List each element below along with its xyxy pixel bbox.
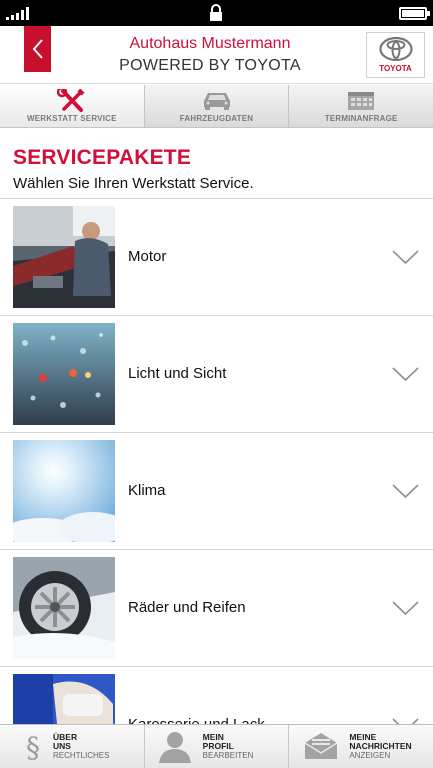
toyota-emblem-icon [379,36,413,62]
nav-label: MEINE NACHRICHTEN ANZEIGEN [349,733,412,761]
chevron-left-icon [32,39,43,59]
back-button[interactable] [24,26,51,72]
wrench-screwdriver-icon [56,89,85,112]
service-label: Klima [128,482,166,499]
tab-fahrzeugdaten[interactable]: FAHRZEUGDATEN [145,85,290,127]
nav-sublabel: ANZEIGEN [349,751,391,760]
service-item-licht-und-sicht[interactable]: Licht und Sicht [0,315,433,432]
nav-sublabel: RECHTLICHES [53,751,110,760]
licht-und-sicht-thumbnail [13,323,115,425]
signal-strength-icon [6,6,29,20]
user-icon [158,732,191,763]
toyota-logo: TOYOTA [366,32,425,78]
tab-label: TERMINANFRAGE [324,114,398,123]
svg-text:§: § [26,731,40,763]
klima-thumbnail [13,440,115,542]
nav-meine-nachrichten[interactable]: MEINE NACHRICHTEN ANZEIGEN [289,725,433,768]
logo-text: TOYOTA [379,64,412,73]
raeder-und-reifen-thumbnail [13,557,115,659]
chevron-down-icon[interactable] [392,250,419,265]
service-label: Licht und Sicht [128,365,227,382]
service-item-raeder-und-reifen[interactable]: Räder und Reifen [0,549,433,666]
app-header: Autohaus Mustermann POWERED BY TOYOTA TO… [0,26,433,84]
nav-sublabel: BEARBEITEN [202,751,254,760]
nav-mein-profil[interactable]: MEIN PROFIL BEARBEITEN [145,725,290,768]
nav-ueber-uns[interactable]: § ÜBER UNS RECHTLICHES [0,725,145,768]
envelope-icon [304,733,338,759]
paragraph-icon: § [26,731,40,763]
tab-terminanfrage[interactable]: TERMINANFRAGE [289,85,433,127]
service-label: Motor [128,248,167,265]
section-title: SERVICEPAKETE [13,146,192,169]
tab-label: WERKSTATT SERVICE [27,114,117,123]
bottom-navigation: § ÜBER UNS RECHTLICHES MEIN PROFIL BEARB… [0,724,433,768]
dealer-name: Autohaus Mustermann [129,35,291,52]
battery-icon [399,7,430,20]
tab-werkstatt-service[interactable]: WERKSTATT SERVICE [0,85,145,127]
motor-thumbnail [13,206,115,308]
nav-line2: UNS [53,741,71,751]
lock-icon [210,4,222,21]
service-item-motor[interactable]: Motor [0,198,433,315]
chevron-down-icon[interactable] [392,601,419,616]
status-bar [0,0,433,26]
calendar-icon [348,92,375,110]
section-subtitle: Wählen Sie Ihren Werkstatt Service. [13,175,254,192]
chevron-down-icon[interactable] [392,484,419,499]
service-item-klima[interactable]: Klima [0,432,433,549]
tab-label: FAHRZEUGDATEN [179,114,254,123]
nav-line2: PROFIL [202,741,234,751]
nav-label: MEIN PROFIL BEARBEITEN [202,733,254,761]
tab-bar: WERKSTATT SERVICE FAHRZEUGDATEN TERMINAN… [0,85,433,128]
powered-by-text: POWERED BY TOYOTA [119,57,301,74]
nav-label: ÜBER UNS RECHTLICHES [53,733,110,761]
chevron-down-icon[interactable] [392,367,419,382]
nav-line2: NACHRICHTEN [349,741,412,751]
service-label: Räder und Reifen [128,599,246,616]
car-icon [203,93,230,110]
